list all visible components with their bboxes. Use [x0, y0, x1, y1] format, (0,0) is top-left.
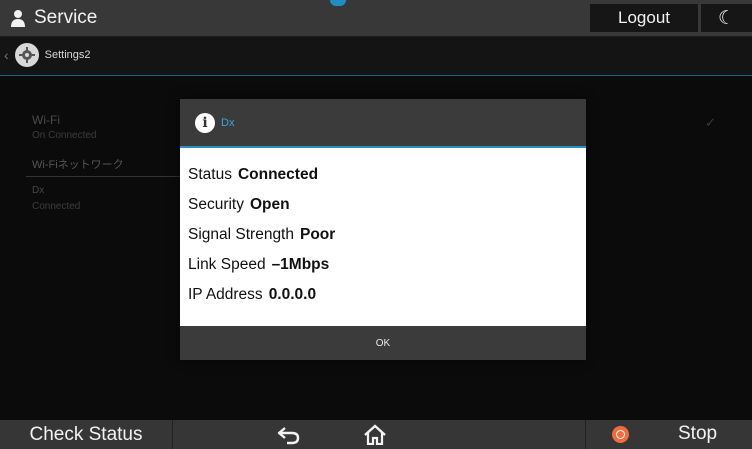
- moon-icon: ☾: [717, 7, 736, 29]
- stop-icon: [612, 426, 629, 443]
- network-status: Connected: [32, 201, 81, 212]
- network-info-dialog: i Dx Status Connected Security Open Signal…: [180, 99, 586, 360]
- stop-button[interactable]: Stop: [585, 420, 752, 449]
- signal-strength-row: Signal Strength Poor: [188, 226, 335, 244]
- field-value: Poor: [300, 226, 336, 243]
- field-label: IP Address: [188, 286, 263, 303]
- field-label: Signal Strength: [188, 226, 294, 243]
- wifi-status: On Connected: [32, 130, 97, 141]
- breadcrumb-bar: ‹ Settings2: [0, 37, 752, 76]
- moon-button[interactable]: ☾: [701, 4, 752, 32]
- security-row: Security Open: [188, 196, 290, 214]
- top-indicator: [330, 0, 346, 6]
- home-icon[interactable]: [363, 424, 387, 445]
- service-title: Service: [10, 4, 97, 32]
- logout-button[interactable]: Logout: [590, 4, 698, 32]
- network-name[interactable]: Dx: [32, 185, 44, 196]
- network-header: Wi-Fiネットワーク: [32, 159, 124, 171]
- info-icon: i: [195, 113, 215, 133]
- breadcrumb[interactable]: ‹ Settings2: [4, 43, 91, 67]
- field-value: Open: [250, 196, 290, 213]
- person-icon: [11, 10, 25, 27]
- wifi-check-icon: ✓: [705, 115, 716, 130]
- ok-button[interactable]: OK: [180, 326, 586, 360]
- ip-address-row: IP Address 0.0.0.0: [188, 286, 316, 304]
- field-value: –1Mbps: [271, 256, 330, 273]
- link-speed-row: Link Speed –1Mbps: [188, 256, 329, 274]
- stop-label: Stop: [678, 423, 718, 444]
- field-label: Link Speed: [188, 256, 266, 273]
- back-chevron-icon[interactable]: ‹: [4, 47, 9, 63]
- field-label: Security: [188, 196, 244, 213]
- wifi-label[interactable]: Wi-Fi: [32, 113, 60, 127]
- field-value: Connected: [237, 166, 319, 183]
- breadcrumb-label: Settings2: [44, 49, 91, 61]
- bottom-bar: Check Status Stop: [0, 420, 752, 449]
- field-value: 0.0.0.0: [268, 286, 317, 303]
- dialog-title: Dx: [221, 117, 235, 129]
- dialog-body: Status Connected Security Open Signal Stre…: [180, 148, 586, 326]
- divider: [26, 176, 186, 177]
- field-label: Status: [188, 166, 232, 183]
- check-status-button[interactable]: Check Status: [0, 420, 173, 449]
- top-bar: Service Logout ☾: [0, 0, 752, 37]
- status-row: Status Connected: [188, 166, 318, 184]
- service-label: Service: [34, 7, 98, 28]
- back-arrow-icon[interactable]: [277, 425, 301, 445]
- dialog-header: i Dx: [180, 99, 586, 148]
- gear-icon: [14, 43, 39, 67]
